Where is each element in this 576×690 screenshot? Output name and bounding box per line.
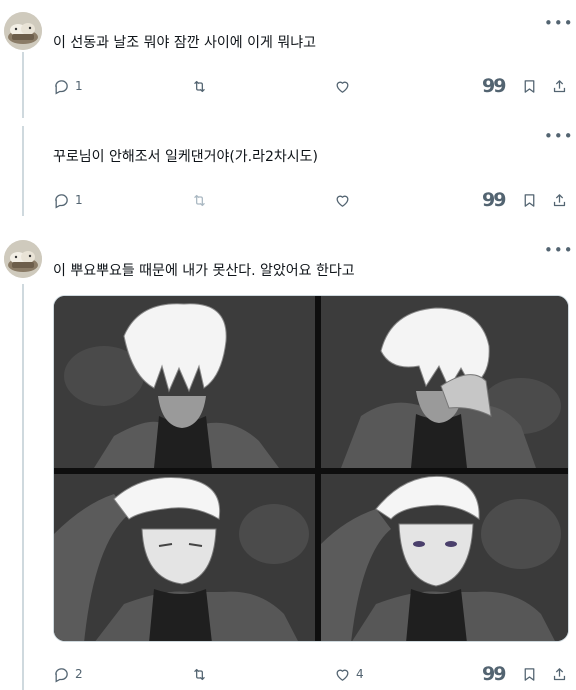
reply-button[interactable]: 1 [53, 190, 83, 210]
bookmark-icon [524, 193, 535, 207]
heart-icon [336, 81, 349, 93]
reply-button[interactable]: 1 [53, 76, 83, 96]
quote-icon: 99 [482, 189, 506, 211]
avatar[interactable] [4, 12, 42, 50]
quote-icon: 99 [482, 75, 506, 97]
reply-icon [55, 79, 68, 95]
reply-button[interactable]: 2 [53, 664, 83, 684]
retweet-button[interactable] [191, 190, 208, 210]
tweet-text: 꾸로님이 안해조서 일케댄거야(가.라2차시도) [53, 149, 319, 165]
retweet-icon [194, 194, 205, 206]
tweet-actions: 1 99 [53, 190, 568, 210]
tweet-text: 이 선동과 날조 뭐야 잠깐 사이에 이게 뭐냐고 [53, 35, 316, 51]
like-count: 4 [356, 667, 364, 681]
share-icon [553, 79, 566, 92]
share-button[interactable] [551, 664, 568, 684]
bookmark-icon [524, 667, 535, 681]
comic-panel [54, 296, 315, 468]
bookmark-button[interactable] [521, 664, 538, 684]
more-options-button[interactable]: ••• [544, 15, 573, 31]
like-button[interactable] [334, 190, 351, 210]
reply-icon [55, 667, 68, 683]
reply-count: 1 [75, 79, 83, 93]
share-icon [553, 667, 566, 680]
tweet-text: 이 뿌요뿌요들 때문에 내가 못산다. 알았어요 한다고 [53, 263, 355, 279]
like-button[interactable] [334, 76, 351, 96]
retweet-icon [194, 80, 205, 92]
retweet-icon [194, 668, 205, 680]
quote-icon: 99 [482, 663, 506, 685]
thread-line-3 [22, 284, 24, 690]
retweet-button[interactable] [191, 664, 208, 684]
retweet-button[interactable] [191, 76, 208, 96]
tweet-actions: 2 4 99 [53, 664, 568, 684]
reply-count: 1 [75, 193, 83, 207]
tweet-actions: 1 99 [53, 76, 568, 96]
more-options-button[interactable]: ••• [544, 128, 573, 144]
thread-line-2 [22, 126, 24, 216]
comic-panel [321, 474, 568, 641]
heart-icon [336, 669, 349, 681]
quote-button[interactable]: 99 [482, 189, 506, 211]
bookmark-button[interactable] [521, 190, 538, 210]
share-button[interactable] [551, 190, 568, 210]
quote-button[interactable]: 99 [482, 663, 506, 685]
share-icon [553, 193, 566, 206]
avatar[interactable] [4, 240, 42, 278]
comic-panel [321, 296, 568, 468]
reply-count: 2 [75, 667, 83, 681]
heart-icon [336, 195, 349, 207]
comic-panel [54, 474, 315, 641]
tweet-media-image[interactable] [53, 295, 569, 642]
like-button[interactable]: 4 [334, 664, 364, 684]
bookmark-button[interactable] [521, 76, 538, 96]
share-button[interactable] [551, 76, 568, 96]
more-options-button[interactable]: ••• [544, 242, 573, 258]
quote-button[interactable]: 99 [482, 75, 506, 97]
thread-line-1 [22, 52, 24, 118]
bookmark-icon [524, 79, 535, 93]
reply-icon [55, 193, 68, 209]
